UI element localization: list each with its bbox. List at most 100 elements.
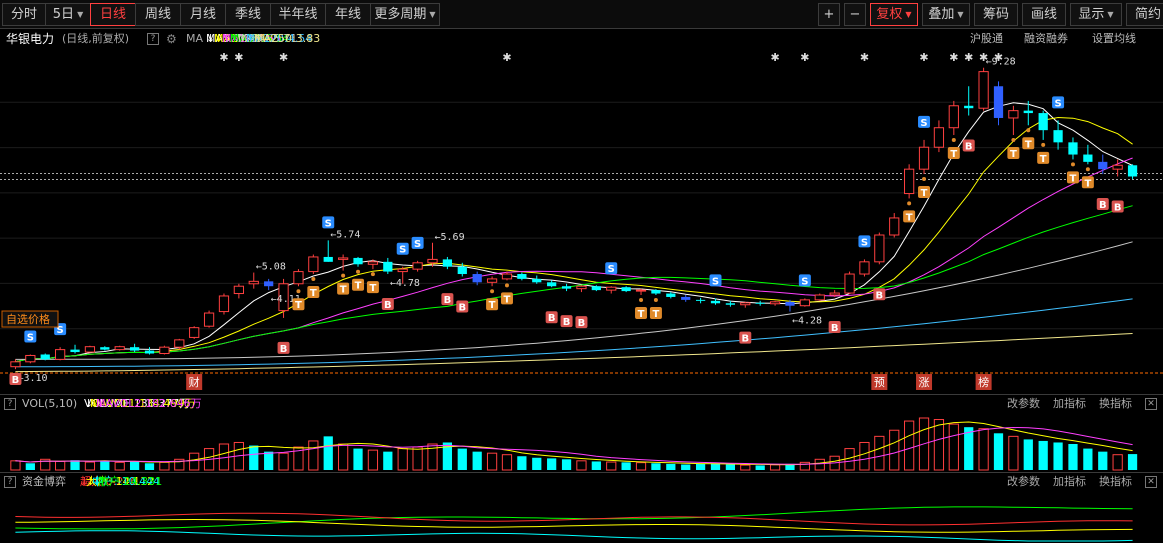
trade-badge[interactable]: B bbox=[873, 288, 886, 301]
candle-body bbox=[681, 296, 691, 300]
trade-badge[interactable]: T bbox=[352, 278, 365, 292]
vol-change-params[interactable]: 改参数 bbox=[1007, 395, 1040, 413]
trade-badge[interactable]: T bbox=[918, 186, 931, 199]
trade-badge[interactable]: T bbox=[292, 298, 305, 311]
trade-badge[interactable]: B bbox=[381, 298, 394, 311]
tab-period-1[interactable]: 5日 ▼ bbox=[45, 3, 91, 26]
badge-letter: T bbox=[1040, 154, 1047, 165]
trade-badge[interactable]: S bbox=[918, 115, 931, 129]
toolbar-btn-2[interactable]: 复权 ▼ bbox=[870, 3, 918, 26]
candle-body bbox=[442, 259, 453, 267]
chevron-down-icon: ▼ bbox=[905, 10, 912, 19]
trade-badge[interactable]: S bbox=[1052, 96, 1065, 109]
fund-switch-indicator[interactable]: 换指标 bbox=[1099, 473, 1132, 491]
trade-badge[interactable]: B bbox=[9, 373, 22, 386]
toolbar-btn-4[interactable]: 筹码 bbox=[974, 3, 1018, 26]
vol-add-indicator[interactable]: 加指标 bbox=[1053, 395, 1086, 413]
trade-badge[interactable]: B bbox=[828, 320, 841, 334]
volume-chart[interactable] bbox=[0, 412, 1163, 472]
trade-badge[interactable]: B bbox=[739, 331, 752, 345]
trade-badge[interactable]: T bbox=[1007, 147, 1020, 160]
trade-badge[interactable]: S bbox=[322, 216, 335, 229]
tab-period-2[interactable]: 日线 bbox=[90, 3, 136, 26]
trade-badge[interactable]: T bbox=[1066, 171, 1079, 184]
candle-body bbox=[769, 301, 781, 305]
ma10-line bbox=[15, 116, 1133, 363]
tab-period-5[interactable]: 季线 bbox=[225, 3, 271, 26]
event-marker[interactable]: 涨 bbox=[916, 374, 933, 390]
tab-period-3[interactable]: 周线 bbox=[135, 3, 181, 26]
trade-badge[interactable]: T bbox=[366, 281, 379, 294]
tab-period-0[interactable]: 分时 bbox=[2, 3, 46, 26]
vol-help-icon[interactable]: ? bbox=[4, 398, 16, 410]
settings-icon[interactable]: ⚙ bbox=[166, 29, 177, 49]
trade-badge[interactable]: S bbox=[709, 274, 722, 287]
trade-badge[interactable]: B bbox=[962, 139, 975, 153]
self-select-price-tag[interactable]: 自选价格 bbox=[1, 310, 59, 328]
trade-badge[interactable]: S bbox=[605, 262, 618, 275]
trade-badge[interactable]: T bbox=[337, 282, 350, 296]
trade-badge[interactable]: B bbox=[545, 311, 558, 324]
toolbar-btn-5[interactable]: 画线 bbox=[1022, 3, 1066, 26]
badge-letter: S bbox=[414, 239, 421, 250]
trade-badge[interactable]: T bbox=[947, 147, 960, 160]
trade-badge[interactable]: T bbox=[307, 286, 320, 299]
trade-badge[interactable]: B bbox=[277, 341, 290, 355]
badge-letter: T bbox=[1070, 173, 1077, 184]
trade-badge[interactable]: T bbox=[903, 210, 916, 223]
trade-badge[interactable]: T bbox=[1081, 176, 1094, 189]
link-hugutong[interactable]: 沪股通 bbox=[970, 29, 1003, 49]
trade-badge[interactable]: S bbox=[858, 235, 871, 248]
trade-badge[interactable]: B bbox=[575, 316, 588, 329]
trade-badge[interactable]: B bbox=[441, 293, 454, 306]
badge-letter: B bbox=[12, 375, 20, 386]
tab-label: 半年线 bbox=[278, 7, 318, 22]
trade-badge[interactable]: T bbox=[1022, 137, 1035, 150]
trade-badge[interactable]: B bbox=[1111, 200, 1124, 213]
fund-help-icon[interactable]: ? bbox=[4, 476, 16, 488]
fund-flow-chart[interactable] bbox=[0, 490, 1163, 543]
toolbar-btn-7[interactable]: 简约 bbox=[1126, 3, 1163, 26]
toolbar-btn-1[interactable]: − bbox=[844, 3, 866, 26]
fund-add-indicator[interactable]: 加指标 bbox=[1053, 473, 1086, 491]
tab-period-4[interactable]: 月线 bbox=[180, 3, 226, 26]
candle-body bbox=[621, 287, 631, 292]
fund-change-params[interactable]: 改参数 bbox=[1007, 473, 1040, 491]
candle-body bbox=[129, 347, 140, 351]
tab-period-6[interactable]: 半年线 bbox=[270, 3, 326, 26]
signal-dot bbox=[951, 138, 956, 143]
tab-period-8[interactable]: 更多周期 ▼ bbox=[370, 3, 440, 26]
trade-badge[interactable]: T bbox=[1037, 151, 1050, 165]
volume-bar bbox=[1008, 435, 1019, 471]
event-marker[interactable]: 预 bbox=[871, 374, 888, 390]
candle-body bbox=[978, 71, 989, 109]
toolbar-btn-0[interactable]: + bbox=[818, 3, 840, 26]
trade-badge[interactable]: B bbox=[1096, 198, 1109, 211]
fund-close-icon[interactable]: ✕ bbox=[1145, 476, 1157, 488]
trade-badge[interactable]: S bbox=[798, 274, 811, 287]
toolbar-btn-3[interactable]: 叠加 ▼ bbox=[922, 3, 970, 26]
toolbar-btn-6[interactable]: 显示 ▼ bbox=[1070, 3, 1122, 26]
link-margin[interactable]: 融资融券 bbox=[1024, 29, 1068, 49]
candle-body bbox=[40, 354, 50, 360]
vol-close-icon[interactable]: ✕ bbox=[1145, 398, 1157, 410]
trade-badge[interactable]: S bbox=[24, 330, 37, 343]
trade-badge[interactable]: S bbox=[396, 242, 409, 256]
trade-badge[interactable]: T bbox=[649, 306, 662, 320]
link-ma-settings[interactable]: 设置均线 bbox=[1092, 29, 1136, 49]
trade-badge[interactable]: S bbox=[411, 236, 424, 250]
trade-badge[interactable]: T bbox=[635, 306, 648, 320]
vol-switch-indicator[interactable]: 换指标 bbox=[1099, 395, 1132, 413]
candlestick-chart[interactable]: ←5.08←5.74 ←5.69←4.78←4.11←4.28←9.28←3.10… bbox=[0, 49, 1163, 394]
event-marker[interactable]: 财 bbox=[186, 374, 203, 390]
help-icon[interactable]: ? bbox=[147, 33, 159, 45]
signal-dot bbox=[1085, 167, 1090, 172]
trade-badge[interactable]: T bbox=[486, 298, 499, 311]
trade-badge[interactable]: B bbox=[560, 315, 573, 328]
trade-badge[interactable]: B bbox=[456, 300, 469, 313]
event-marker[interactable]: 榜 bbox=[975, 374, 992, 390]
tab-period-7[interactable]: 年线 bbox=[325, 3, 371, 26]
volume-bar bbox=[532, 457, 542, 470]
trade-badge[interactable]: T bbox=[500, 292, 513, 305]
toolbar-btn-label: 复权 bbox=[876, 7, 903, 22]
